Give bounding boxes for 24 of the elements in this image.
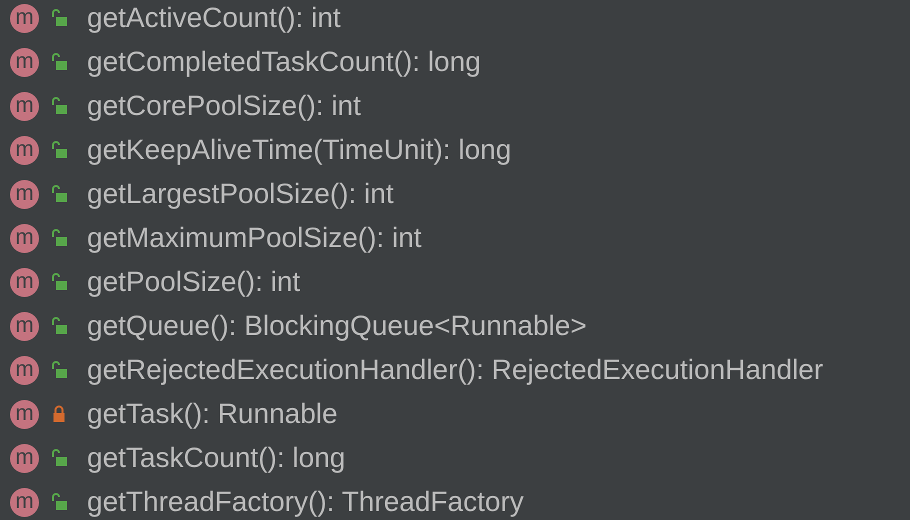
method-signature[interactable]: getThreadFactory(): ThreadFactory [87,481,524,520]
method-signature[interactable]: getRejectedExecutionHandler(): RejectedExecutionHandler [87,349,824,391]
method-signature[interactable]: getKeepAliveTime(TimeUnit): long [87,129,512,171]
method-badge-icon: m [10,444,39,472]
method-signature[interactable]: getActiveCount(): int [87,0,341,39]
method-badge-icon: m [10,4,39,32]
method-signature[interactable]: getTask(): Runnable [87,393,338,435]
method-badge-icon: m [10,268,39,296]
method-badge-icon: m [10,224,39,252]
method-signature[interactable]: getMaximumPoolSize(): int [87,217,422,259]
method-signature[interactable]: getQueue(): BlockingQueue<Runnable> [87,305,587,347]
method-signature[interactable]: getCompletedTaskCount(): long [87,41,481,83]
method-badge-icon: m [10,356,39,384]
method-badge-icon: m [10,400,39,428]
method-signature[interactable]: getPoolSize(): int [87,261,300,303]
method-badge-icon: m [10,180,39,208]
method-signature[interactable]: getTaskCount(): long [87,437,346,479]
method-badge-icon: m [10,136,39,164]
method-badge-icon: m [10,488,39,516]
method-badge-icon: m [10,312,39,340]
method-signature[interactable]: getLargestPoolSize(): int [87,173,394,215]
method-signature[interactable]: getCorePoolSize(): int [87,85,361,127]
method-badge-icon: m [10,48,39,76]
method-badge-icon: m [10,92,39,120]
